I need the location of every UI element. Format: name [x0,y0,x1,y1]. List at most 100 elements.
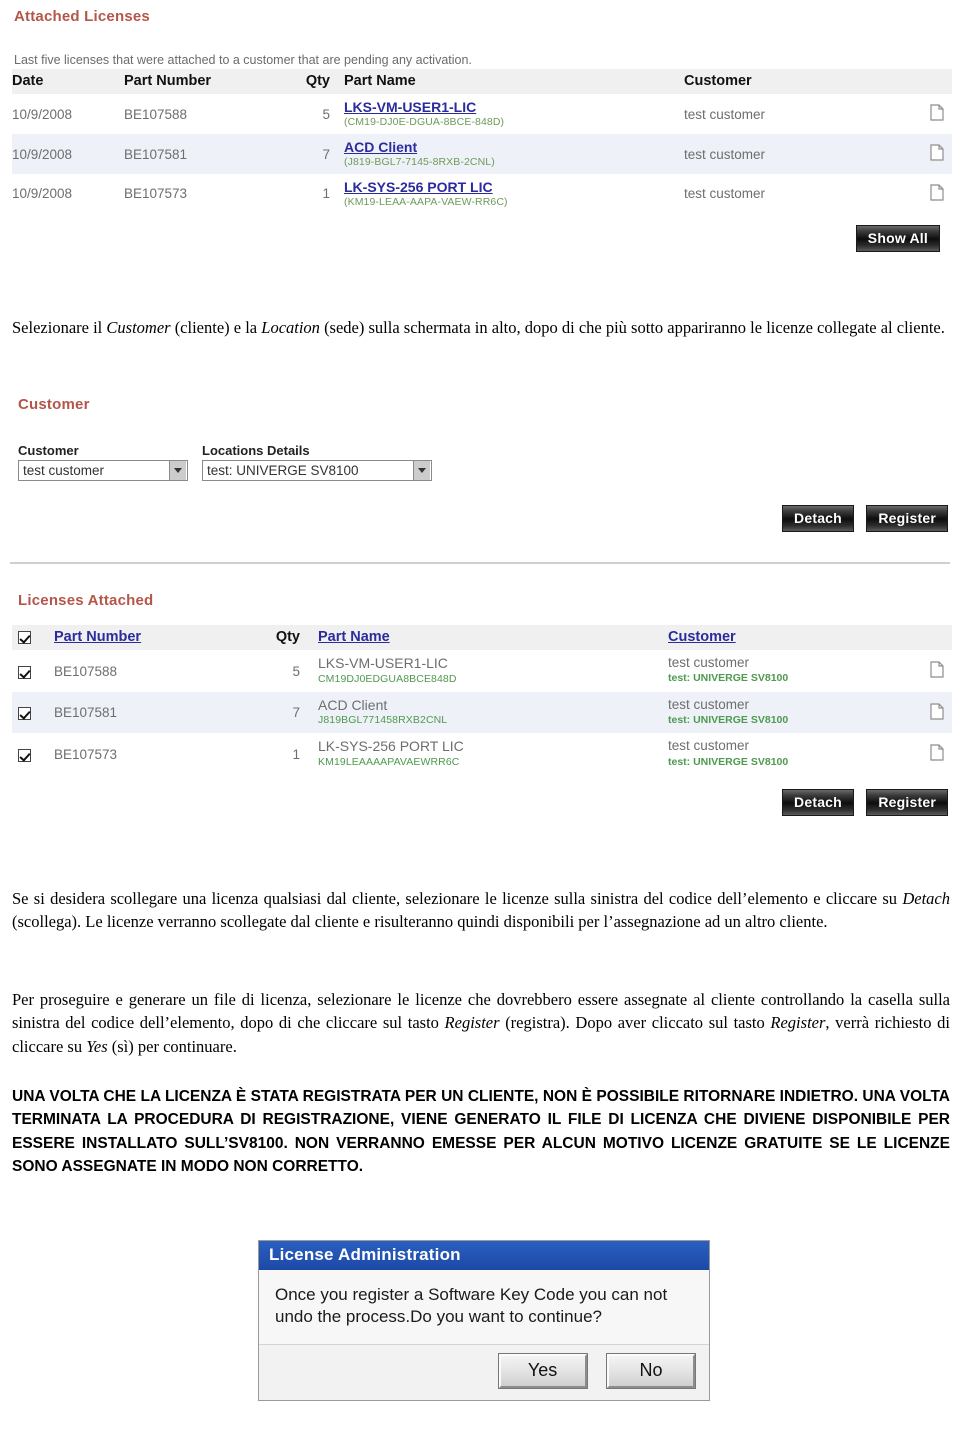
cell-part-number: BE107588 [54,663,118,679]
license-key-code: (J819-BGL7-7145-8RXB-2CNL) [344,155,495,168]
paragraph-register: Per proseguire e generare un file di lic… [12,988,950,1058]
license-key-code: CM19DJ0EDGUA8BCE848D [318,672,457,685]
location-select-label: Locations Details [202,443,310,458]
table-row[interactable]: BE107581 7 ACD Client J819BGL771458RXB2C… [12,691,952,734]
cell-doc-icon[interactable] [898,650,952,692]
row-checkbox[interactable] [18,748,31,762]
cell-customer: test customer [684,186,766,202]
document-icon[interactable] [930,184,944,201]
cell-date: 10/9/2008 [12,133,124,174]
customer-name: test customer [668,655,750,671]
col-doc [894,69,952,94]
location-select[interactable]: test: UNIVERGE SV8100 [202,460,432,481]
col-part-name: Part Name [344,69,684,94]
cell-part-name: ACD Client J819BGL771458RXB2CNL [318,691,668,734]
table-row[interactable]: BE107588 5 LKS-VM-USER1-LIC CM19DJ0EDGUA… [12,650,952,692]
cell-doc-icon[interactable] [894,133,952,174]
license-key-code: (CM19-DJ0E-DGUA-8BCE-848D) [344,116,505,129]
caption-em-location: Location [261,318,320,337]
part-name-text: ACD Client [318,696,388,713]
row-checkbox-cell[interactable] [12,733,54,775]
row-checkbox-cell[interactable] [12,650,54,692]
chevron-down-icon[interactable] [169,461,186,480]
col-customer[interactable]: Customer [668,625,898,650]
col-part-number-label: Part Number [54,629,142,645]
yes-button[interactable]: Yes [497,1352,588,1389]
document-icon[interactable] [930,144,944,161]
col-part-number[interactable]: Part Number [54,625,254,650]
detach-button-top[interactable]: Detach [782,505,854,532]
cell-part-number: BE107581 [54,691,254,734]
license-key-code: J819BGL771458RXB2CNL [318,714,448,727]
attached-licenses-heading: Attached Licenses [14,8,150,25]
divider [10,562,950,564]
license-key-code: KM19LEAAAAPAVAEWRR6C [318,755,460,768]
table-row[interactable]: 10/9/2008 BE107573 1 LK-SYS-256 PORT LIC… [12,174,952,214]
customer-select-value: test customer [23,463,105,478]
cell-qty: 5 [292,663,300,679]
col-customer: Customer [684,69,894,94]
customer-location: test: UNIVERGE SV8100 [668,755,789,768]
document-icon[interactable] [930,703,944,720]
cell-doc-icon[interactable] [894,94,952,134]
chevron-down-icon[interactable] [413,461,430,480]
dialog-title: License Administration [259,1241,709,1270]
part-name-link[interactable]: LK-SYS-256 PORT LIC [344,179,684,195]
col-part-name[interactable]: Part Name [318,625,668,650]
detach-text-1: Se si desidera scollegare una licenza qu… [12,889,903,908]
row-checkbox-cell[interactable] [12,691,54,734]
show-all-button[interactable]: Show All [855,225,940,253]
cell-qty: 5 [322,106,330,122]
cell-part-name: LK-SYS-256 PORT LIC KM19LEAAAAPAVAEWRR6C [318,733,668,775]
cell-part-name: LKS-VM-USER1-LIC (CM19-DJ0E-DGUA-8BCE-84… [344,94,684,134]
cell-part-name: ACD Client (J819-BGL7-7145-8RXB-2CNL) [344,133,684,174]
register-button-top[interactable]: Register [866,505,948,532]
table-row[interactable]: 10/9/2008 BE107588 5 LKS-VM-USER1-LIC (C… [12,94,952,134]
attached-licenses-screenshot: Attached Licenses Last five licenses tha… [0,8,960,253]
no-button[interactable]: No [606,1352,696,1389]
customer-location: test: UNIVERGE SV8100 [668,714,789,727]
cell-qty: 7 [254,691,318,734]
detach-text-2: (scollega). Le licenze verranno scollega… [12,912,828,932]
table-header-row: Part Number Qty Part Name Customer [12,625,952,650]
cell-doc-icon[interactable] [894,174,952,214]
cell-doc-icon[interactable] [898,691,952,734]
part-name-link[interactable]: ACD Client [344,139,684,155]
part-name-text: LKS-VM-USER1-LIC [318,655,448,671]
detach-button-bottom[interactable]: Detach [782,788,854,816]
cell-doc-icon[interactable] [898,733,952,775]
cell-date: 10/9/2008 [12,186,73,202]
cell-date: 10/9/2008 [12,106,73,122]
customer-select[interactable]: test customer [18,460,188,481]
col-part-number: Part Number [124,69,284,94]
document-icon[interactable] [930,744,944,761]
col-qty: Qty [284,69,344,94]
table-row[interactable]: 10/9/2008 BE107581 7 ACD Client (J819-BG… [12,133,952,174]
row-checkbox[interactable] [18,707,31,721]
caption-pre: Selezionare il [12,318,107,337]
row-checkbox[interactable] [18,665,31,679]
customer-name: test customer [668,696,750,712]
document-icon[interactable] [930,661,944,678]
table-header-row: Date Part Number Qty Part Name Customer [12,69,952,94]
paragraph-warning: UNA VOLTA CHE LA LICENZA È STATA REGISTR… [12,1088,950,1175]
document-icon[interactable] [930,104,944,121]
licenses-attached-table: Part Number Qty Part Name Customer BE107… [12,625,952,775]
register-em-1: Register [444,1013,500,1033]
customer-select-group: Customer test customer [18,443,188,481]
table-row[interactable]: BE107573 1 LK-SYS-256 PORT LIC KM19LEAAA… [12,733,952,775]
caption-mid: (cliente) e la [170,318,262,337]
customer-select-label: Customer [18,443,79,458]
cell-part-name: LKS-VM-USER1-LIC CM19DJ0EDGUA8BCE848D [318,650,668,692]
select-all-checkbox[interactable] [18,630,31,644]
caption-select-customer: Selezionare il Customer (cliente) e la L… [12,316,950,339]
cell-part-number: BE107588 [124,106,188,122]
cell-customer: test customer [684,133,894,174]
register-button-bottom[interactable]: Register [866,788,948,816]
select-all-checkbox-cell[interactable] [12,625,54,650]
location-select-value: test: UNIVERGE SV8100 [207,463,359,478]
license-key-code: (KM19-LEAA-AAPA-VAEW-RR6C) [344,195,508,208]
part-name-link[interactable]: LKS-VM-USER1-LIC [344,99,684,115]
attached-licenses-table: Date Part Number Qty Part Name Customer … [12,69,952,213]
register-text-4: (sì) per continuare. [107,1036,237,1056]
